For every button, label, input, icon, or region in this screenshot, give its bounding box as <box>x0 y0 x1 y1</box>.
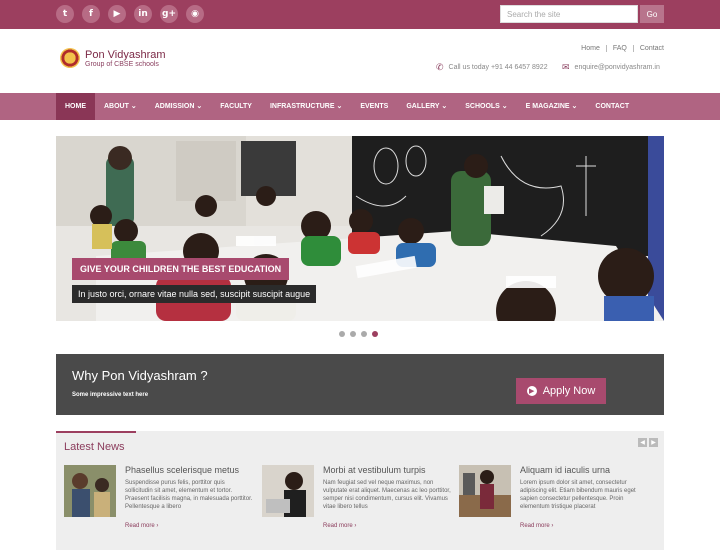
slide-caption-subtitle: In justo orci, ornare vitae nulla sed, s… <box>72 285 317 303</box>
top-links: Home FAQ Contact <box>575 45 664 52</box>
top-bar: t f ▶ in g+ ◉ Go <box>0 0 720 29</box>
news-excerpt: Lorem ipsum dolor sit amet, consectetur … <box>520 480 636 510</box>
email-text: enquire@ponvidyashram.in <box>574 64 660 71</box>
toplink-faq[interactable]: FAQ <box>607 45 634 52</box>
email-icon: ✉ <box>562 62 570 72</box>
read-more-link[interactable]: Read more › <box>520 523 553 529</box>
toplink-home[interactable]: Home <box>575 45 607 52</box>
news-title[interactable]: Phasellus scelerisque metus <box>125 465 239 475</box>
slider-dots <box>339 331 378 337</box>
news-thumbnail[interactable] <box>64 465 116 517</box>
nav-infrastructure[interactable]: INFRASTRUCTURE ⌄ <box>261 93 351 120</box>
prev-arrow-icon[interactable]: ◀ <box>638 438 647 447</box>
why-title: Why Pon Vidyashram ? <box>72 368 208 383</box>
read-more-link[interactable]: Read more › <box>323 523 356 529</box>
news-title[interactable]: Aliquam id iaculis urna <box>520 465 610 475</box>
why-subtitle: Some impressive text here <box>72 392 149 398</box>
main-nav: HOME ABOUT ⌄ ADMISSION ⌄ FACULTY INFRAST… <box>0 93 720 120</box>
read-more-link[interactable]: Read more › <box>125 523 158 529</box>
linkedin-icon[interactable]: in <box>134 5 152 23</box>
toplink-contact[interactable]: Contact <box>634 45 664 52</box>
site-header: Pon Vidyashram Group of CBSE schools Hom… <box>0 29 720 93</box>
nav-emagazine[interactable]: E MAGAZINE ⌄ <box>517 93 587 120</box>
news-thumbnail[interactable] <box>262 465 314 517</box>
slider-dot-1[interactable] <box>339 331 345 337</box>
nav-admission[interactable]: ADMISSION ⌄ <box>146 93 211 120</box>
brand-name: Pon Vidyashram <box>85 48 166 61</box>
phone-text: Call us today +91 44 6457 8922 <box>448 64 548 71</box>
site-logo[interactable]: Pon Vidyashram Group of CBSE schools <box>60 48 166 68</box>
brand-tagline: Group of CBSE schools <box>85 60 159 68</box>
latest-news-section: Latest News ◀ ▶ Phasellus scelerisque me… <box>56 431 664 550</box>
search-input[interactable] <box>500 5 638 23</box>
rss-icon[interactable]: ◉ <box>186 5 204 23</box>
phone-icon: ✆ <box>436 62 444 72</box>
slider-dot-2[interactable] <box>350 331 356 337</box>
play-icon: ▶ <box>526 386 537 396</box>
nav-faculty[interactable]: FACULTY <box>211 93 261 120</box>
social-links: t f ▶ in g+ ◉ <box>56 5 208 23</box>
news-excerpt: Suspendisse purus felis, porttitor quis … <box>125 480 253 510</box>
googleplus-icon[interactable]: g+ <box>160 5 178 23</box>
apply-now-label: Apply Now <box>542 385 596 397</box>
next-arrow-icon[interactable]: ▶ <box>649 438 658 447</box>
news-item: Phasellus scelerisque metus Suspendisse … <box>64 465 254 545</box>
slider-dot-3[interactable] <box>361 331 367 337</box>
news-arrows: ◀ ▶ <box>638 438 658 447</box>
school-emblem-icon <box>60 48 80 68</box>
why-banner: Why Pon Vidyashram ? Some impressive tex… <box>56 354 664 415</box>
news-title[interactable]: Morbi at vestibulum turpis <box>323 465 426 475</box>
news-excerpt: Nam feugiat sed vel neque maximus, non v… <box>323 480 451 510</box>
latest-news-title: Latest News <box>64 441 125 453</box>
section-accent-bar <box>56 431 136 433</box>
facebook-icon[interactable]: f <box>82 5 100 23</box>
search-go-button[interactable]: Go <box>640 5 664 23</box>
news-thumbnail[interactable] <box>459 465 511 517</box>
youtube-icon[interactable]: ▶ <box>108 5 126 23</box>
news-item: Aliquam id iaculis urna Lorem ipsum dolo… <box>459 465 649 545</box>
nav-gallery[interactable]: GALLERY ⌄ <box>397 93 456 120</box>
nav-about[interactable]: ABOUT ⌄ <box>95 93 146 120</box>
nav-contact[interactable]: CONTACT <box>586 93 638 120</box>
nav-events[interactable]: EVENTS <box>351 93 397 120</box>
apply-now-button[interactable]: ▶ Apply Now <box>516 378 606 404</box>
nav-home[interactable]: HOME <box>56 93 95 120</box>
slider-dot-4[interactable] <box>372 331 378 337</box>
contact-phone: ✆ Call us today +91 44 6457 8922 <box>436 62 548 73</box>
contact-email[interactable]: ✉ enquire@ponvidyashram.in <box>562 62 660 73</box>
twitter-icon[interactable]: t <box>56 5 74 23</box>
nav-schools[interactable]: SCHOOLS ⌄ <box>456 93 516 120</box>
slide-caption-title: GIVE YOUR CHILDREN THE BEST EDUCATION <box>72 258 290 280</box>
news-item: Morbi at vestibulum turpis Nam feugiat s… <box>262 465 452 545</box>
